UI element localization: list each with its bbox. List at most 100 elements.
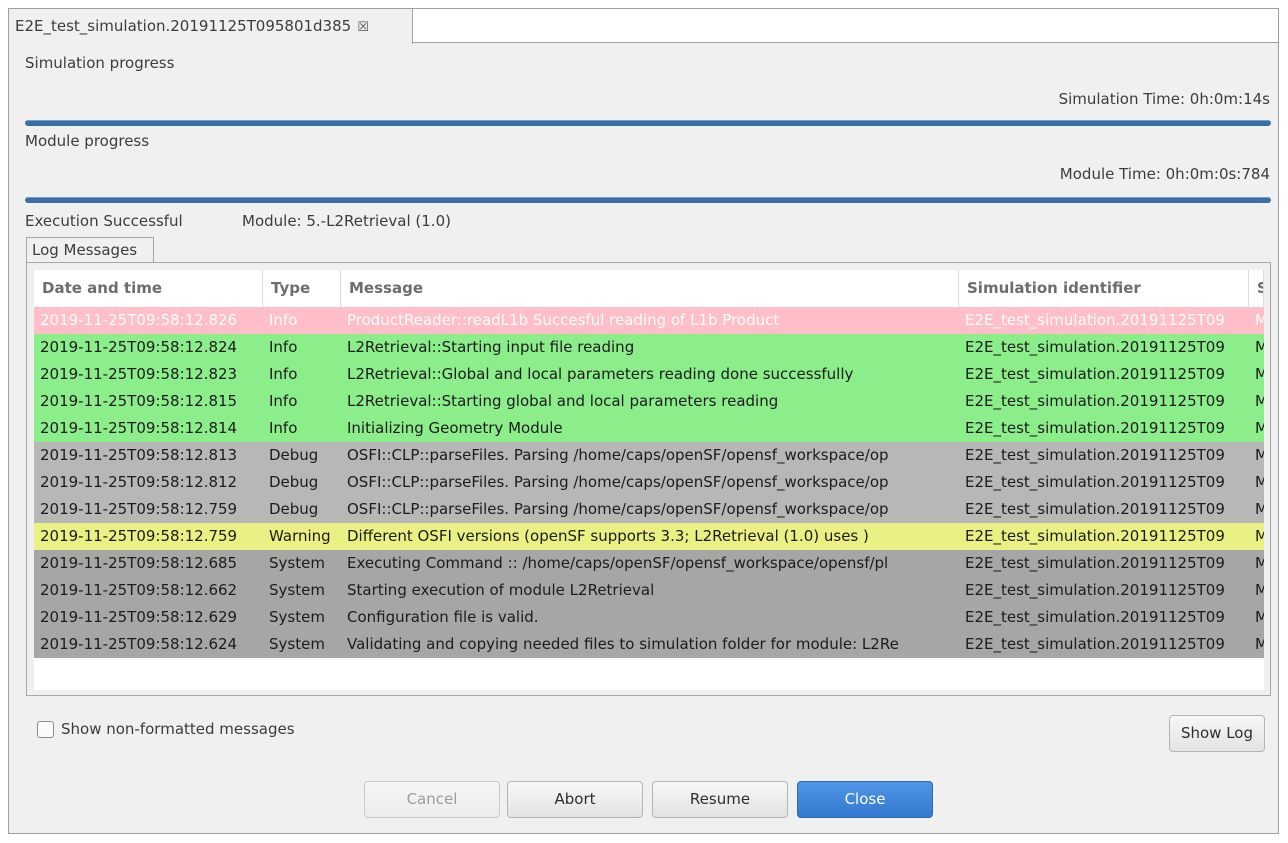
log-cell-type: Info: [269, 392, 298, 410]
log-cell-s: M: [1255, 635, 1264, 653]
table-row[interactable]: 2019-11-25T09:58:12.629 System Configurati…: [34, 604, 1264, 631]
log-cell-simulation-identifier: E2E_test_simulation.20191125T09: [965, 311, 1225, 329]
log-cell-date: 2019-11-25T09:58:12.759: [40, 527, 238, 545]
module-progress-label: Module progress: [25, 132, 150, 150]
log-cell-message: OSFI::CLP::parseFiles. Parsing /home/cap…: [347, 446, 889, 464]
log-cell-type: System: [269, 581, 325, 599]
table-row[interactable]: 2019-11-25T09:58:12.685 System Executing C…: [34, 550, 1264, 577]
log-cell-date: 2019-11-25T09:58:12.814: [40, 419, 238, 437]
abort-button[interactable]: Abort: [507, 781, 643, 818]
log-cell-message: Starting execution of module L2Retrieval: [347, 581, 655, 599]
log-cell-type: Warning: [269, 527, 331, 545]
table-row[interactable]: 2019-11-25T09:58:12.824 Info L2Retrieval::…: [34, 334, 1264, 361]
log-cell-simulation-identifier: E2E_test_simulation.20191125T09: [965, 365, 1225, 383]
log-cell-date: 2019-11-25T09:58:12.824: [40, 338, 238, 356]
log-cell-simulation-identifier: E2E_test_simulation.20191125T09: [965, 554, 1225, 572]
close-tab-icon[interactable]: ☒: [357, 20, 369, 35]
module-name: Module: 5.-L2Retrieval (1.0): [242, 212, 451, 230]
log-cell-date: 2019-11-25T09:58:12.685: [40, 554, 238, 572]
column-header-type[interactable]: Type: [263, 270, 341, 307]
log-cell-type: System: [269, 554, 325, 572]
log-cell-message: OSFI::CLP::parseFiles. Parsing /home/cap…: [347, 500, 889, 518]
table-row[interactable]: 2019-11-25T09:58:12.814 Info Initializing …: [34, 415, 1264, 442]
log-cell-s: M: [1255, 365, 1264, 383]
log-cell-type: System: [269, 608, 325, 626]
table-row[interactable]: 2019-11-25T09:58:12.759 Debug OSFI::CLP::p…: [34, 496, 1264, 523]
log-cell-type: Debug: [269, 473, 319, 491]
log-cell-date: 2019-11-25T09:58:12.813: [40, 446, 238, 464]
module-progress-bar: [25, 197, 1271, 203]
log-cell-message: L2Retrieval::Starting input file reading: [347, 338, 635, 356]
table-row[interactable]: 2019-11-25T09:58:12.662 System Starting ex…: [34, 577, 1264, 604]
table-row[interactable]: 2019-11-25T09:58:12.815 Info L2Retrieval::…: [34, 388, 1264, 415]
log-cell-s: M: [1255, 419, 1264, 437]
log-cell-s: M: [1255, 500, 1264, 518]
simulation-progress-label: Simulation progress: [25, 54, 175, 72]
log-cell-message: L2Retrieval::Starting global and local p…: [347, 392, 779, 410]
log-cell-type: Info: [269, 365, 298, 383]
log-cell-message: Initializing Geometry Module: [347, 419, 563, 437]
editor-tab-strip: E2E_test_simulation.20191125T095801d385 ☒: [9, 9, 1278, 44]
module-time: Module Time: 0h:0m:0s:784: [1059, 165, 1270, 183]
log-cell-date: 2019-11-25T09:58:12.624: [40, 635, 238, 653]
column-header-message[interactable]: Message: [341, 270, 959, 307]
log-cell-message: Different OSFI versions (openSF supports…: [347, 527, 869, 545]
log-cell-message: Configuration file is valid.: [347, 608, 539, 626]
log-cell-message: OSFI::CLP::parseFiles. Parsing /home/cap…: [347, 473, 889, 491]
log-cell-message: Validating and copying needed files to s…: [347, 635, 899, 653]
log-cell-s: M: [1255, 554, 1264, 572]
simulation-progress-bar: [25, 120, 1271, 126]
log-cell-type: Debug: [269, 500, 319, 518]
table-row[interactable]: 2019-11-25T09:58:12.826 Info ProductReader…: [34, 307, 1264, 334]
table-row[interactable]: 2019-11-25T09:58:12.759 Warning Different …: [34, 523, 1264, 550]
log-cell-simulation-identifier: E2E_test_simulation.20191125T09: [965, 392, 1225, 410]
editor-tab-title: E2E_test_simulation.20191125T095801d385: [15, 17, 352, 35]
show-log-button[interactable]: Show Log: [1169, 715, 1265, 752]
log-cell-simulation-identifier: E2E_test_simulation.20191125T09: [965, 473, 1225, 491]
log-table[interactable]: Date and time Type Message Simulation id…: [34, 270, 1264, 690]
execution-status: Execution Successful: [25, 212, 183, 230]
log-cell-date: 2019-11-25T09:58:12.826: [40, 311, 238, 329]
log-cell-simulation-identifier: E2E_test_simulation.20191125T09: [965, 338, 1225, 356]
log-cell-message: ProductReader::readL1b Succesful reading…: [347, 311, 780, 329]
log-cell-s: M: [1255, 392, 1264, 410]
show-nonformatted-checkbox[interactable]: [37, 721, 54, 738]
column-header-s[interactable]: S: [1249, 270, 1264, 307]
log-cell-simulation-identifier: E2E_test_simulation.20191125T09: [965, 446, 1225, 464]
table-row[interactable]: 2019-11-25T09:58:12.813 Debug OSFI::CLP::p…: [34, 442, 1264, 469]
table-row[interactable]: 2019-11-25T09:58:12.823 Info L2Retrieval::…: [34, 361, 1264, 388]
log-cell-type: Info: [269, 338, 298, 356]
log-cell-date: 2019-11-25T09:58:12.759: [40, 500, 238, 518]
log-cell-simulation-identifier: E2E_test_simulation.20191125T09: [965, 419, 1225, 437]
log-cell-s: M: [1255, 311, 1264, 329]
tab-log-messages[interactable]: Log Messages: [26, 237, 154, 263]
log-cell-type: Info: [269, 311, 298, 329]
log-cell-simulation-identifier: E2E_test_simulation.20191125T09: [965, 635, 1225, 653]
log-cell-s: M: [1255, 581, 1264, 599]
simulation-window: E2E_test_simulation.20191125T095801d385 ☒…: [8, 8, 1279, 834]
close-button[interactable]: Close: [797, 781, 933, 818]
resume-button[interactable]: Resume: [652, 781, 788, 818]
log-cell-date: 2019-11-25T09:58:12.823: [40, 365, 238, 383]
log-cell-date: 2019-11-25T09:58:12.812: [40, 473, 238, 491]
cancel-button[interactable]: Cancel: [364, 781, 500, 818]
table-row[interactable]: 2019-11-25T09:58:12.812 Debug OSFI::CLP::p…: [34, 469, 1264, 496]
log-cell-date: 2019-11-25T09:58:12.629: [40, 608, 238, 626]
editor-tab[interactable]: E2E_test_simulation.20191125T095801d385 ☒: [9, 9, 413, 44]
log-cell-s: M: [1255, 473, 1264, 491]
log-cell-simulation-identifier: E2E_test_simulation.20191125T09: [965, 608, 1225, 626]
column-header-date[interactable]: Date and time: [34, 270, 263, 307]
log-cell-message: Executing Command :: /home/caps/openSF/o…: [347, 554, 889, 572]
log-cell-type: Info: [269, 419, 298, 437]
table-row[interactable]: 2019-11-25T09:58:12.624 System Validating …: [34, 631, 1264, 658]
log-cell-s: M: [1255, 446, 1264, 464]
log-cell-type: Debug: [269, 446, 319, 464]
log-cell-simulation-identifier: E2E_test_simulation.20191125T09: [965, 527, 1225, 545]
log-cell-simulation-identifier: E2E_test_simulation.20191125T09: [965, 500, 1225, 518]
show-nonformatted-label[interactable]: Show non-formatted messages: [61, 720, 295, 738]
log-panel: Date and time Type Message Simulation id…: [26, 262, 1271, 696]
log-cell-s: M: [1255, 527, 1264, 545]
log-cell-date: 2019-11-25T09:58:12.662: [40, 581, 238, 599]
log-cell-type: System: [269, 635, 325, 653]
column-header-simulation-identifier[interactable]: Simulation identifier: [959, 270, 1249, 307]
